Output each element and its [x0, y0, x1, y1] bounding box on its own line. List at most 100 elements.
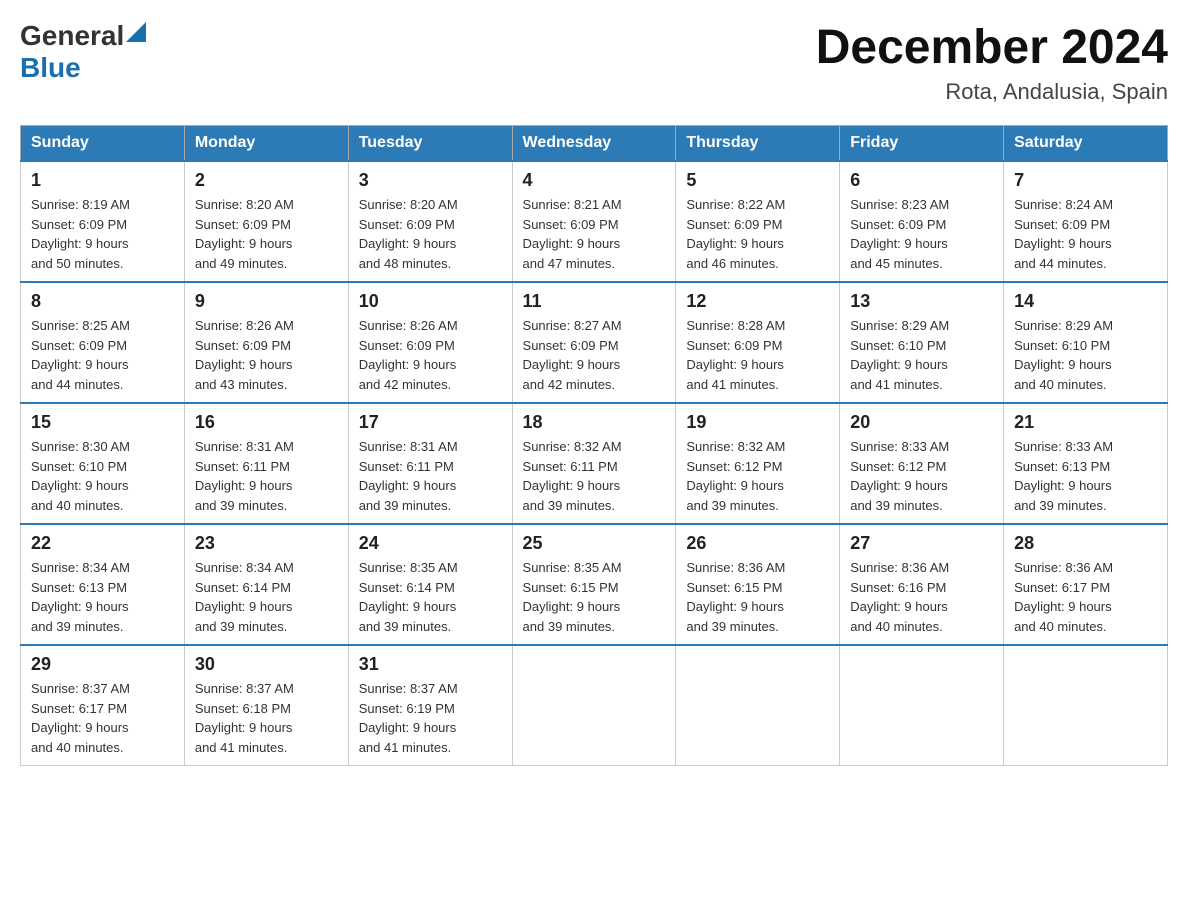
day-number: 4 — [523, 170, 666, 191]
day-info: Sunrise: 8:35 AM Sunset: 6:14 PM Dayligh… — [359, 558, 502, 636]
logo-triangle-icon — [126, 22, 146, 42]
calendar-week-row: 22 Sunrise: 8:34 AM Sunset: 6:13 PM Dayl… — [21, 524, 1168, 645]
table-row: 11 Sunrise: 8:27 AM Sunset: 6:09 PM Dayl… — [512, 282, 676, 403]
table-row: 27 Sunrise: 8:36 AM Sunset: 6:16 PM Dayl… — [840, 524, 1004, 645]
day-info: Sunrise: 8:34 AM Sunset: 6:13 PM Dayligh… — [31, 558, 174, 636]
header-friday: Friday — [840, 126, 1004, 162]
month-title: December 2024 — [816, 20, 1168, 75]
table-row: 23 Sunrise: 8:34 AM Sunset: 6:14 PM Dayl… — [184, 524, 348, 645]
day-number: 26 — [686, 533, 829, 554]
day-info: Sunrise: 8:33 AM Sunset: 6:13 PM Dayligh… — [1014, 437, 1157, 515]
logo-general-text: General — [20, 20, 124, 52]
calendar-week-row: 8 Sunrise: 8:25 AM Sunset: 6:09 PM Dayli… — [21, 282, 1168, 403]
day-info: Sunrise: 8:25 AM Sunset: 6:09 PM Dayligh… — [31, 316, 174, 394]
table-row: 13 Sunrise: 8:29 AM Sunset: 6:10 PM Dayl… — [840, 282, 1004, 403]
header-monday: Monday — [184, 126, 348, 162]
title-section: December 2024 Rota, Andalusia, Spain — [816, 20, 1168, 105]
table-row: 4 Sunrise: 8:21 AM Sunset: 6:09 PM Dayli… — [512, 161, 676, 282]
day-info: Sunrise: 8:35 AM Sunset: 6:15 PM Dayligh… — [523, 558, 666, 636]
table-row: 8 Sunrise: 8:25 AM Sunset: 6:09 PM Dayli… — [21, 282, 185, 403]
table-row: 31 Sunrise: 8:37 AM Sunset: 6:19 PM Dayl… — [348, 645, 512, 766]
day-number: 21 — [1014, 412, 1157, 433]
table-row: 3 Sunrise: 8:20 AM Sunset: 6:09 PM Dayli… — [348, 161, 512, 282]
day-info: Sunrise: 8:29 AM Sunset: 6:10 PM Dayligh… — [850, 316, 993, 394]
day-number: 24 — [359, 533, 502, 554]
calendar-week-row: 15 Sunrise: 8:30 AM Sunset: 6:10 PM Dayl… — [21, 403, 1168, 524]
day-number: 2 — [195, 170, 338, 191]
table-row: 7 Sunrise: 8:24 AM Sunset: 6:09 PM Dayli… — [1004, 161, 1168, 282]
day-info: Sunrise: 8:37 AM Sunset: 6:19 PM Dayligh… — [359, 679, 502, 757]
day-number: 19 — [686, 412, 829, 433]
day-number: 31 — [359, 654, 502, 675]
day-number: 20 — [850, 412, 993, 433]
calendar-week-row: 1 Sunrise: 8:19 AM Sunset: 6:09 PM Dayli… — [21, 161, 1168, 282]
table-row: 12 Sunrise: 8:28 AM Sunset: 6:09 PM Dayl… — [676, 282, 840, 403]
table-row — [512, 645, 676, 766]
day-info: Sunrise: 8:37 AM Sunset: 6:17 PM Dayligh… — [31, 679, 174, 757]
day-number: 11 — [523, 291, 666, 312]
day-number: 14 — [1014, 291, 1157, 312]
header-thursday: Thursday — [676, 126, 840, 162]
logo-blue-text: Blue — [20, 52, 81, 83]
day-info: Sunrise: 8:23 AM Sunset: 6:09 PM Dayligh… — [850, 195, 993, 273]
header-tuesday: Tuesday — [348, 126, 512, 162]
day-number: 23 — [195, 533, 338, 554]
day-number: 16 — [195, 412, 338, 433]
day-number: 18 — [523, 412, 666, 433]
day-number: 17 — [359, 412, 502, 433]
day-info: Sunrise: 8:31 AM Sunset: 6:11 PM Dayligh… — [195, 437, 338, 515]
table-row: 15 Sunrise: 8:30 AM Sunset: 6:10 PM Dayl… — [21, 403, 185, 524]
table-row: 17 Sunrise: 8:31 AM Sunset: 6:11 PM Dayl… — [348, 403, 512, 524]
header-sunday: Sunday — [21, 126, 185, 162]
day-info: Sunrise: 8:24 AM Sunset: 6:09 PM Dayligh… — [1014, 195, 1157, 273]
day-info: Sunrise: 8:33 AM Sunset: 6:12 PM Dayligh… — [850, 437, 993, 515]
table-row — [840, 645, 1004, 766]
page-header: General Blue December 2024 Rota, Andalus… — [20, 20, 1168, 105]
day-info: Sunrise: 8:28 AM Sunset: 6:09 PM Dayligh… — [686, 316, 829, 394]
day-info: Sunrise: 8:19 AM Sunset: 6:09 PM Dayligh… — [31, 195, 174, 273]
day-info: Sunrise: 8:36 AM Sunset: 6:17 PM Dayligh… — [1014, 558, 1157, 636]
day-info: Sunrise: 8:36 AM Sunset: 6:16 PM Dayligh… — [850, 558, 993, 636]
table-row: 6 Sunrise: 8:23 AM Sunset: 6:09 PM Dayli… — [840, 161, 1004, 282]
table-row: 16 Sunrise: 8:31 AM Sunset: 6:11 PM Dayl… — [184, 403, 348, 524]
day-number: 5 — [686, 170, 829, 191]
day-info: Sunrise: 8:26 AM Sunset: 6:09 PM Dayligh… — [359, 316, 502, 394]
table-row: 14 Sunrise: 8:29 AM Sunset: 6:10 PM Dayl… — [1004, 282, 1168, 403]
table-row — [1004, 645, 1168, 766]
day-number: 15 — [31, 412, 174, 433]
table-row: 20 Sunrise: 8:33 AM Sunset: 6:12 PM Dayl… — [840, 403, 1004, 524]
header-saturday: Saturday — [1004, 126, 1168, 162]
day-number: 10 — [359, 291, 502, 312]
day-number: 22 — [31, 533, 174, 554]
table-row: 9 Sunrise: 8:26 AM Sunset: 6:09 PM Dayli… — [184, 282, 348, 403]
table-row: 22 Sunrise: 8:34 AM Sunset: 6:13 PM Dayl… — [21, 524, 185, 645]
table-row: 29 Sunrise: 8:37 AM Sunset: 6:17 PM Dayl… — [21, 645, 185, 766]
day-number: 6 — [850, 170, 993, 191]
table-row: 2 Sunrise: 8:20 AM Sunset: 6:09 PM Dayli… — [184, 161, 348, 282]
table-row: 10 Sunrise: 8:26 AM Sunset: 6:09 PM Dayl… — [348, 282, 512, 403]
table-row — [676, 645, 840, 766]
day-number: 8 — [31, 291, 174, 312]
day-info: Sunrise: 8:34 AM Sunset: 6:14 PM Dayligh… — [195, 558, 338, 636]
day-info: Sunrise: 8:31 AM Sunset: 6:11 PM Dayligh… — [359, 437, 502, 515]
location-title: Rota, Andalusia, Spain — [816, 79, 1168, 105]
day-info: Sunrise: 8:32 AM Sunset: 6:11 PM Dayligh… — [523, 437, 666, 515]
day-info: Sunrise: 8:26 AM Sunset: 6:09 PM Dayligh… — [195, 316, 338, 394]
day-info: Sunrise: 8:30 AM Sunset: 6:10 PM Dayligh… — [31, 437, 174, 515]
day-number: 28 — [1014, 533, 1157, 554]
day-number: 25 — [523, 533, 666, 554]
header-wednesday: Wednesday — [512, 126, 676, 162]
table-row: 24 Sunrise: 8:35 AM Sunset: 6:14 PM Dayl… — [348, 524, 512, 645]
day-number: 13 — [850, 291, 993, 312]
table-row: 28 Sunrise: 8:36 AM Sunset: 6:17 PM Dayl… — [1004, 524, 1168, 645]
day-number: 27 — [850, 533, 993, 554]
day-number: 9 — [195, 291, 338, 312]
table-row: 19 Sunrise: 8:32 AM Sunset: 6:12 PM Dayl… — [676, 403, 840, 524]
day-info: Sunrise: 8:32 AM Sunset: 6:12 PM Dayligh… — [686, 437, 829, 515]
day-info: Sunrise: 8:27 AM Sunset: 6:09 PM Dayligh… — [523, 316, 666, 394]
day-number: 7 — [1014, 170, 1157, 191]
table-row: 21 Sunrise: 8:33 AM Sunset: 6:13 PM Dayl… — [1004, 403, 1168, 524]
day-number: 29 — [31, 654, 174, 675]
table-row: 18 Sunrise: 8:32 AM Sunset: 6:11 PM Dayl… — [512, 403, 676, 524]
day-info: Sunrise: 8:37 AM Sunset: 6:18 PM Dayligh… — [195, 679, 338, 757]
